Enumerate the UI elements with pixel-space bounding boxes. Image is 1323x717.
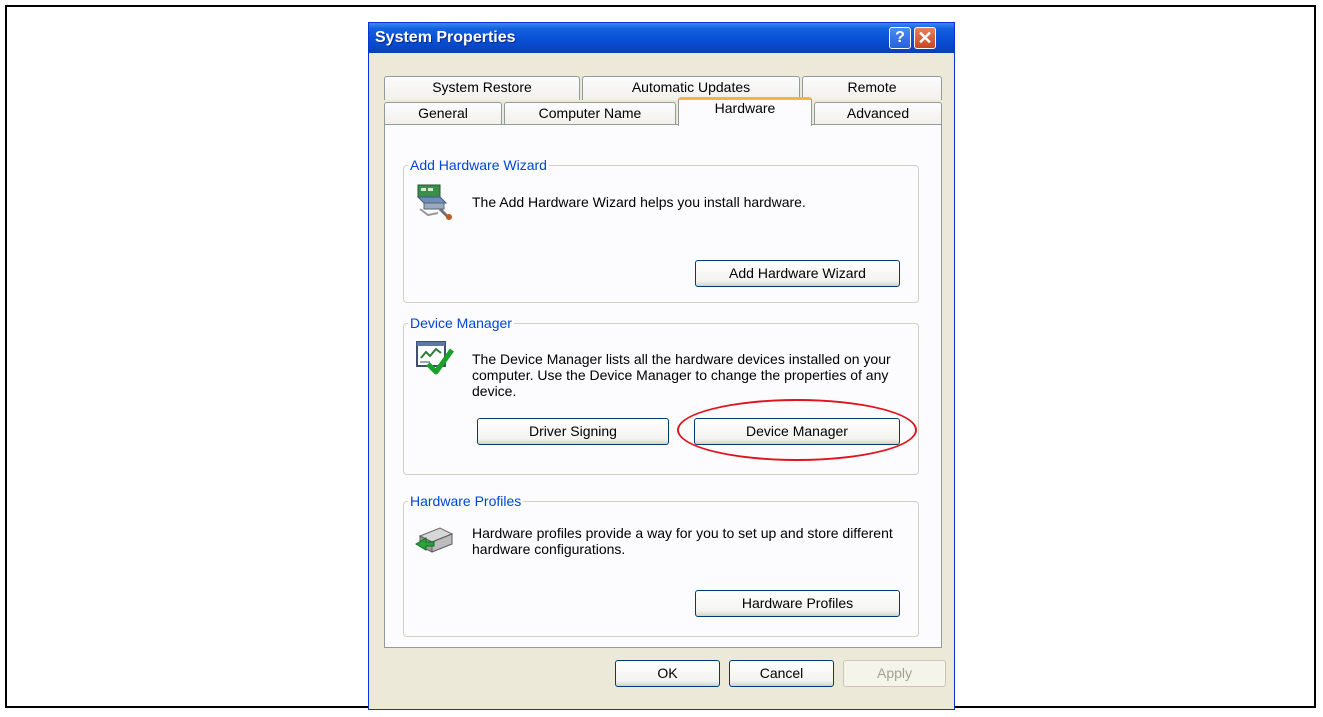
device-manager-icon bbox=[416, 341, 454, 375]
device-manager-button[interactable]: Device Manager bbox=[694, 418, 900, 445]
title-bar[interactable]: System Properties ? ✕ bbox=[369, 23, 954, 53]
driver-signing-button[interactable]: Driver Signing bbox=[477, 418, 669, 445]
window-title: System Properties bbox=[375, 29, 516, 46]
add-hardware-group-label: Add Hardware Wizard bbox=[408, 157, 549, 173]
tab-system-restore[interactable]: System Restore bbox=[384, 76, 580, 100]
hardware-profiles-group: Hardware Profiles Hardware profiles prov… bbox=[403, 493, 919, 637]
hardware-profiles-icon bbox=[415, 527, 454, 553]
add-hardware-description: The Add Hardware Wizard helps you instal… bbox=[472, 194, 806, 210]
device-manager-description: The Device Manager lists all the hardwar… bbox=[472, 351, 891, 399]
tab-advanced[interactable]: Advanced bbox=[814, 102, 942, 125]
hardware-profiles-button[interactable]: Hardware Profiles bbox=[695, 590, 900, 617]
device-manager-group: Device Manager The Device Manager lists … bbox=[403, 315, 919, 475]
hardware-tab-panel: Add Hardware Wizard The Add Hardware Wiz… bbox=[384, 124, 942, 648]
add-hardware-wizard-button[interactable]: Add Hardware Wizard bbox=[695, 260, 900, 287]
apply-button[interactable]: Apply bbox=[843, 660, 946, 687]
tab-remote[interactable]: Remote bbox=[802, 76, 942, 100]
hardware-profiles-group-label: Hardware Profiles bbox=[408, 493, 524, 509]
add-hardware-icon bbox=[416, 184, 452, 220]
device-manager-group-label: Device Manager bbox=[408, 315, 514, 331]
tab-hardware[interactable]: Hardware bbox=[678, 97, 812, 126]
hardware-profiles-description: Hardware profiles provide a way for you … bbox=[472, 525, 893, 557]
help-button[interactable]: ? bbox=[889, 27, 911, 49]
add-hardware-group: Add Hardware Wizard The Add Hardware Wiz… bbox=[403, 157, 919, 303]
close-button[interactable]: ✕ bbox=[914, 27, 936, 49]
close-icon: ✕ bbox=[917, 28, 933, 48]
cancel-button[interactable]: Cancel bbox=[729, 660, 834, 687]
ok-button[interactable]: OK bbox=[615, 660, 720, 687]
tab-general[interactable]: General bbox=[384, 102, 502, 125]
system-properties-window: System Properties ? ✕ System Restore Aut… bbox=[368, 22, 955, 710]
tab-computer-name[interactable]: Computer Name bbox=[504, 102, 676, 125]
help-icon: ? bbox=[895, 29, 905, 46]
